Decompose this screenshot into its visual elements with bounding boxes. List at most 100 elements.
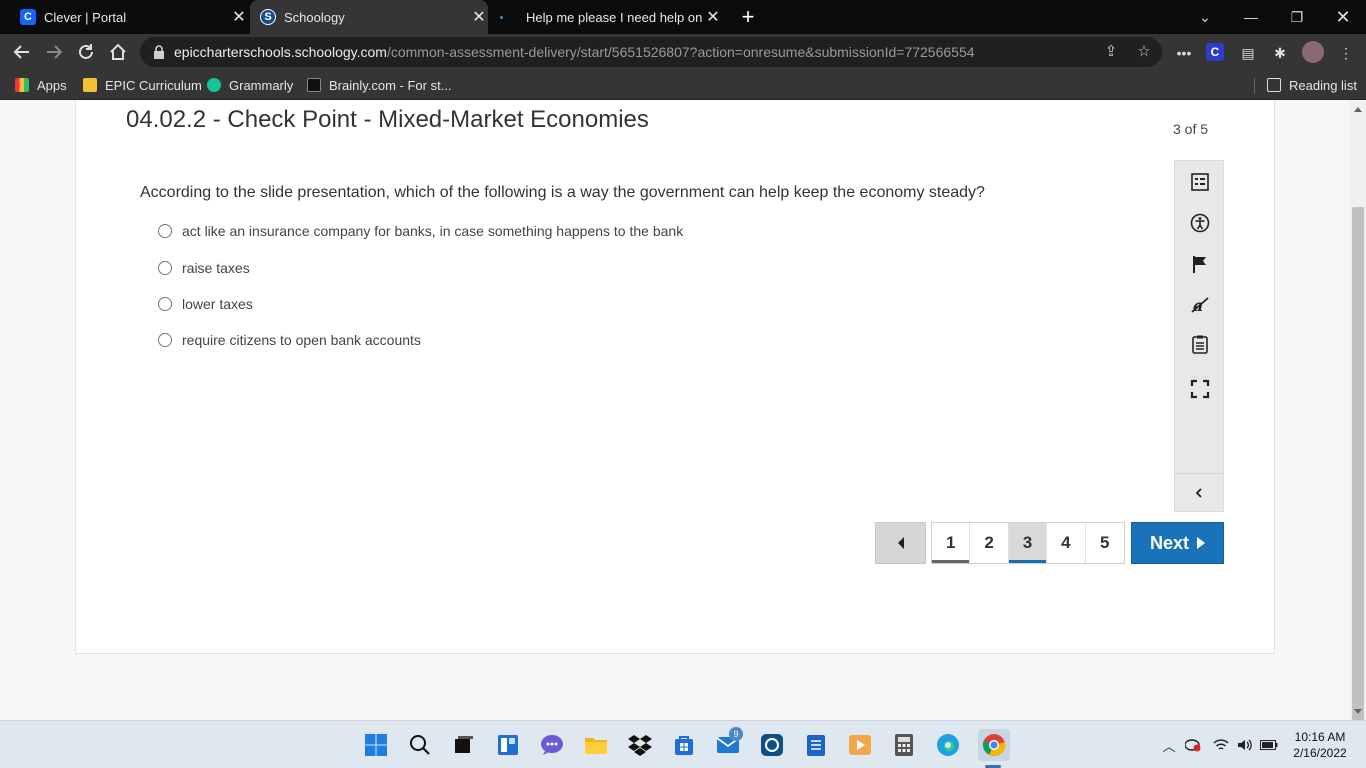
close-icon[interactable]: ✕ (470, 7, 488, 27)
page-button-5[interactable]: 5 (1086, 523, 1124, 563)
accessibility-icon[interactable] (1189, 212, 1211, 234)
brainly-icon (496, 9, 506, 25)
wifi-icon[interactable] (1212, 736, 1230, 754)
answer-option[interactable]: require citizens to open bank accounts (158, 330, 421, 350)
store-icon[interactable] (670, 731, 698, 759)
restore-button[interactable]: ❐ (1274, 0, 1320, 34)
security-icon[interactable] (1184, 736, 1202, 754)
question-counter: 3 of 5 (1173, 121, 1209, 137)
answer-option[interactable]: act like an insurance company for banks,… (158, 221, 683, 241)
page-button-4[interactable]: 4 (1047, 523, 1086, 563)
bookmark-label: Grammarly (229, 77, 294, 93)
clever-extension-icon[interactable]: C (1206, 43, 1224, 61)
dropbox-icon[interactable] (626, 731, 654, 759)
calculator-icon[interactable] (890, 731, 918, 759)
windows-start-icon[interactable] (362, 731, 390, 759)
tab-schoology[interactable]: S Schoology ✕ (250, 0, 488, 34)
chat-icon[interactable] (538, 731, 566, 759)
bookmark-star-icon[interactable]: ☆ (1135, 43, 1153, 61)
radio-button[interactable] (158, 333, 172, 347)
tab-title: Help me please I need help on Sc (526, 9, 704, 25)
widgets-icon[interactable] (494, 731, 522, 759)
profile-avatar[interactable] (1302, 41, 1324, 63)
reading-list-label: Reading list (1289, 77, 1357, 93)
chrome-icon[interactable] (978, 729, 1010, 761)
volume-icon[interactable] (1236, 736, 1254, 754)
system-clock[interactable]: 10:16 AM 2/16/2022 (1290, 729, 1350, 761)
schoology-icon: S (260, 9, 276, 25)
tab-brainly[interactable]: Help me please I need help on Sc ✕ (490, 0, 722, 34)
clock-date: 2/16/2022 (1293, 746, 1347, 760)
radio-button[interactable] (158, 261, 172, 275)
answer-option[interactable]: raise taxes (158, 258, 250, 278)
bookmark-apps[interactable]: Apps (15, 76, 67, 94)
battery-icon[interactable] (1260, 736, 1278, 754)
chevron-up-icon[interactable]: ︿ (1160, 736, 1178, 754)
notes-icon[interactable] (802, 731, 830, 759)
collapse-tools-button[interactable] (1175, 473, 1223, 511)
extension-more-icon[interactable]: ••• (1174, 43, 1194, 63)
scroll-up-icon[interactable] (1354, 107, 1362, 112)
radio-button[interactable] (158, 224, 172, 238)
address-bar[interactable]: epiccharterschools.schoology.com/common-… (140, 37, 1162, 67)
extension-icon[interactable]: ▤ (1238, 43, 1258, 63)
notepad-icon[interactable] (1189, 333, 1211, 355)
window-close-button[interactable]: ✕ (1320, 0, 1366, 34)
bookmark-brainly[interactable]: Brainly.com - For st... (307, 76, 452, 94)
page-number: 2 (984, 533, 994, 552)
tab-clever[interactable]: C Clever | Portal ✕ (10, 0, 248, 34)
flag-icon[interactable] (1189, 253, 1211, 275)
app-icon[interactable] (758, 731, 786, 759)
tab-title: Clever | Portal (44, 9, 127, 25)
scroll-down-icon[interactable] (1354, 709, 1362, 714)
file-explorer-icon[interactable] (582, 731, 610, 759)
close-icon[interactable]: ✕ (230, 7, 248, 27)
menu-icon[interactable]: ⋮ (1336, 43, 1356, 63)
url-text: epiccharterschools.schoology.com/common-… (174, 44, 975, 60)
lock-icon (154, 45, 164, 59)
mail-badge: 9 (729, 727, 743, 741)
forward-button[interactable] (40, 38, 68, 66)
back-button[interactable] (8, 38, 36, 66)
bookmark-epic-curriculum[interactable]: EPIC Curriculum (83, 76, 202, 94)
tab-title: Schoology (284, 9, 345, 25)
radio-button[interactable] (158, 297, 172, 311)
tab-search-icon[interactable]: ⌄ (1182, 0, 1228, 34)
task-view-icon[interactable] (450, 731, 478, 759)
tools-sidebar: a (1174, 160, 1224, 512)
home-button[interactable] (104, 38, 132, 66)
page-button-2[interactable]: 2 (970, 523, 1009, 563)
page-scrollbar[interactable] (1350, 101, 1366, 726)
minimize-button[interactable]: — (1228, 0, 1274, 34)
reading-list-icon (1267, 78, 1281, 92)
close-icon[interactable]: ✕ (704, 7, 722, 27)
clever-icon: C (20, 9, 36, 25)
new-tab-button[interactable]: + (737, 4, 759, 30)
reading-list-button[interactable]: Reading list (1267, 76, 1357, 94)
search-icon[interactable] (406, 731, 434, 759)
next-label: Next (1149, 532, 1189, 553)
answer-eliminator-icon[interactable]: a (1189, 294, 1211, 316)
edge-icon[interactable] (934, 731, 962, 759)
page-button-1[interactable]: 1 (932, 523, 971, 563)
next-button[interactable]: Next (1131, 522, 1224, 564)
bookmark-grammarly[interactable]: Grammarly (207, 76, 293, 94)
fullscreen-icon[interactable] (1189, 378, 1211, 400)
bookmark-label: EPIC Curriculum (105, 77, 202, 93)
apps-grid-icon (15, 78, 29, 92)
page-button-3[interactable]: 3 (1008, 523, 1048, 563)
scrollbar-thumb[interactable] (1352, 207, 1364, 726)
answer-option[interactable]: lower taxes (158, 294, 253, 314)
reload-button[interactable] (72, 38, 100, 66)
question-list-icon[interactable] (1189, 171, 1211, 193)
question-text: According to the slide presentation, whi… (140, 184, 985, 201)
caret-right-icon (1197, 537, 1205, 549)
caret-left-icon (897, 537, 904, 549)
answer-label: act like an insurance company for banks,… (182, 223, 684, 239)
previous-question-button[interactable] (875, 522, 926, 564)
media-player-icon[interactable] (846, 731, 874, 759)
page-number: 1 (945, 533, 956, 552)
answer-label: lower taxes (182, 296, 253, 312)
puzzle-icon[interactable]: ✱ (1270, 43, 1290, 63)
share-icon[interactable]: ⇪ (1102, 43, 1120, 61)
